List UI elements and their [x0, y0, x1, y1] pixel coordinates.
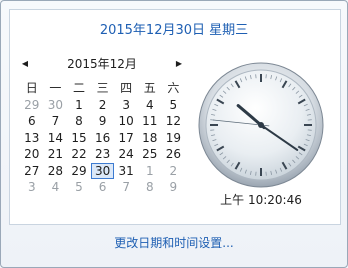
- calendar-day[interactable]: 25: [138, 146, 162, 163]
- calendar-day[interactable]: 6: [91, 179, 115, 196]
- calendar-day[interactable]: 5: [162, 97, 186, 114]
- calendar-day[interactable]: 8: [138, 179, 162, 196]
- calendar-day[interactable]: 9: [91, 113, 115, 130]
- change-datetime-settings-link[interactable]: 更改日期和时间设置...: [1, 234, 347, 251]
- triangle-right-icon[interactable]: ▶: [173, 56, 185, 72]
- calendar-day[interactable]: 6: [20, 113, 44, 130]
- calendar-day[interactable]: 18: [138, 130, 162, 147]
- weekday-header: 一: [49, 81, 62, 95]
- calendar-grid: 日一二三四五六 29 30 1 2 3 4 5 6 7 8 9 10 11 12 13 14 15 16 17 18 19…: [20, 80, 186, 196]
- current-date-link[interactable]: 2015年12月30日 星期三: [1, 19, 347, 38]
- date-time-flyout: 2015年12月30日 星期三 ◀ 2015年12月 ▶ 日一二三四五六 29 30…: [0, 0, 348, 268]
- calendar-day[interactable]: 1: [138, 163, 162, 180]
- calendar-day[interactable]: 22: [67, 146, 91, 163]
- calendar-day[interactable]: 7: [44, 113, 68, 130]
- calendar-day[interactable]: 9: [162, 179, 186, 196]
- calendar-day[interactable]: 2: [162, 163, 186, 180]
- calendar-day[interactable]: 30: [44, 97, 68, 114]
- calendar-day[interactable]: 26: [162, 146, 186, 163]
- calendar-day[interactable]: 29: [67, 163, 91, 180]
- calendar-day[interactable]: 19: [162, 130, 186, 147]
- calendar-day[interactable]: 24: [114, 146, 138, 163]
- calendar-day[interactable]: 8: [67, 113, 91, 130]
- calendar-day[interactable]: 3: [20, 179, 44, 196]
- calendar-day[interactable]: 5: [67, 179, 91, 196]
- calendar-day[interactable]: 15: [67, 130, 91, 147]
- weekday-header: 六: [167, 81, 180, 95]
- clock-face-icon: [198, 62, 324, 188]
- calendar-day[interactable]: 27: [20, 163, 44, 180]
- calendar-day[interactable]: 11: [138, 113, 162, 130]
- calendar-day[interactable]: 31: [114, 163, 138, 180]
- calendar-day[interactable]: 4: [138, 97, 162, 114]
- calendar-day[interactable]: 28: [44, 163, 68, 180]
- calendar-day[interactable]: 1: [67, 97, 91, 114]
- analog-clock: [197, 61, 325, 189]
- weekday-header: 日: [25, 81, 38, 95]
- calendar-day[interactable]: 13: [20, 130, 44, 147]
- calendar-day[interactable]: 3: [114, 97, 138, 114]
- calendar-day[interactable]: 10: [114, 113, 138, 130]
- calendar-day[interactable]: 14: [44, 130, 68, 147]
- weekday-header: 五: [143, 81, 156, 95]
- month-title[interactable]: 2015年12月: [19, 56, 185, 72]
- calendar-header: ◀ 2015年12月 ▶: [19, 56, 185, 72]
- clock-digital-time: 上午 10:20:46: [220, 193, 302, 207]
- calendar-day[interactable]: 21: [44, 146, 68, 163]
- calendar-day[interactable]: 7: [114, 179, 138, 196]
- weekday-header: 二: [72, 81, 85, 95]
- calendar-day-selected[interactable]: 30: [90, 162, 115, 179]
- calendar-day[interactable]: 23: [91, 146, 115, 163]
- calendar-day[interactable]: 29: [20, 97, 44, 114]
- weekday-header: 三: [96, 81, 109, 95]
- calendar-day[interactable]: 12: [162, 113, 186, 130]
- calendar-day[interactable]: 16: [91, 130, 115, 147]
- calendar-day[interactable]: 2: [91, 97, 115, 114]
- weekday-header: 四: [120, 81, 133, 95]
- calendar-day[interactable]: 4: [44, 179, 68, 196]
- calendar-day[interactable]: 20: [20, 146, 44, 163]
- calendar-day[interactable]: 17: [114, 130, 138, 147]
